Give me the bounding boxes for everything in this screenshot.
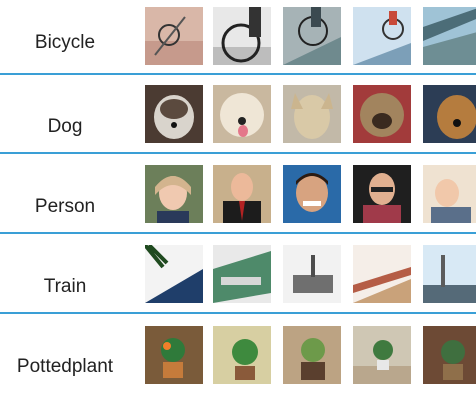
pottedplant-photo xyxy=(283,326,341,384)
category-label: Pottedplant xyxy=(16,356,114,377)
category-row-dog: Dog xyxy=(0,78,476,156)
dog-photo xyxy=(353,85,411,143)
pottedplant-photo xyxy=(145,326,203,384)
person-photo xyxy=(283,165,341,223)
bicycle-photo xyxy=(213,7,271,65)
dog-photo xyxy=(423,85,476,143)
row-divider xyxy=(0,232,476,234)
pottedplant-photo xyxy=(353,326,411,384)
person-photo xyxy=(213,165,271,223)
person-photo xyxy=(145,165,203,223)
bicycle-photo xyxy=(423,7,476,65)
category-row-train: Train xyxy=(0,236,476,314)
bicycle-photo xyxy=(145,7,203,65)
bicycle-photo xyxy=(353,7,411,65)
pottedplant-photo xyxy=(213,326,271,384)
row-divider xyxy=(0,312,476,314)
row-divider xyxy=(0,73,476,75)
dog-photo xyxy=(213,85,271,143)
dog-photo xyxy=(283,85,341,143)
category-row-bicycle: Bicycle xyxy=(0,0,476,78)
train-photo xyxy=(353,245,411,303)
dog-photo xyxy=(145,85,203,143)
person-photo xyxy=(423,165,476,223)
train-photo xyxy=(283,245,341,303)
category-row-person: Person xyxy=(0,156,476,234)
category-label: Train xyxy=(43,276,87,297)
row-divider xyxy=(0,152,476,154)
train-photo xyxy=(423,245,476,303)
category-label: Dog xyxy=(47,116,83,137)
category-label: Person xyxy=(34,196,96,217)
bicycle-photo xyxy=(283,7,341,65)
train-photo xyxy=(213,245,271,303)
category-label: Bicycle xyxy=(34,32,96,53)
train-photo xyxy=(145,245,203,303)
pottedplant-photo xyxy=(423,326,476,384)
category-row-pottedplant: Pottedplant xyxy=(0,316,476,394)
person-photo xyxy=(353,165,411,223)
